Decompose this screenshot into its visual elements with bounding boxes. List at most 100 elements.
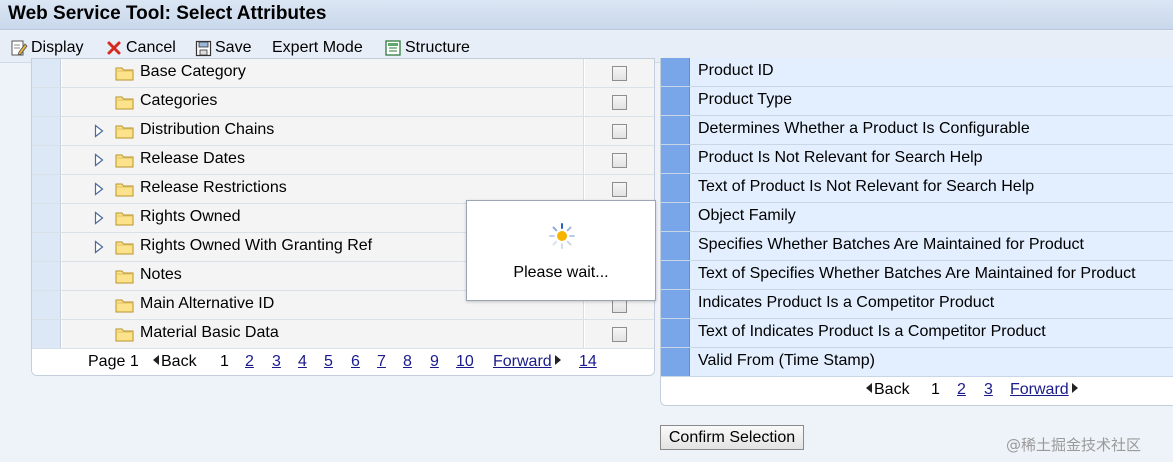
select-checkbox[interactable] (612, 66, 627, 81)
pager-page-link[interactable]: 5 (324, 353, 333, 371)
select-checkbox[interactable] (612, 124, 627, 139)
folder-icon (115, 297, 134, 313)
row-selector[interactable] (32, 117, 61, 145)
expand-arrow-icon[interactable] (94, 153, 104, 167)
pager-page-link[interactable]: 10 (456, 353, 474, 371)
selected-row-marker[interactable] (661, 232, 690, 260)
selected-pager-back-label: Back (874, 381, 910, 398)
arrow-left-icon (153, 355, 159, 365)
tree-row[interactable]: Categories (32, 88, 654, 117)
select-checkbox[interactable] (612, 327, 627, 342)
pager-back-button[interactable]: Back (153, 353, 197, 371)
selected-row-marker[interactable] (661, 87, 690, 115)
pager-page-link[interactable]: 2 (245, 353, 254, 371)
selected-row[interactable]: Text of Specifies Whether Batches Are Ma… (661, 261, 1173, 290)
confirm-selection-button[interactable]: Confirm Selection (660, 425, 804, 450)
close-icon (105, 39, 123, 57)
cancel-button[interactable]: Cancel (105, 37, 176, 59)
tree-row[interactable]: Release Dates (32, 146, 654, 175)
selected-row[interactable]: Determines Whether a Product Is Configur… (661, 116, 1173, 145)
expand-arrow-icon[interactable] (94, 240, 104, 254)
selected-row-marker[interactable] (661, 58, 690, 86)
row-selector[interactable] (32, 88, 61, 116)
pager-last-page[interactable]: 14 (579, 353, 597, 371)
selected-row[interactable]: Product Is Not Relevant for Search Help (661, 145, 1173, 174)
cancel-label: Cancel (126, 39, 176, 56)
selected-attribute-label: Product Is Not Relevant for Search Help (698, 149, 983, 166)
row-selector[interactable] (32, 291, 61, 319)
expand-arrow-icon[interactable] (94, 182, 104, 196)
selected-row-marker[interactable] (661, 261, 690, 289)
folder-icon (115, 123, 134, 139)
tree-row[interactable]: Distribution Chains (32, 117, 654, 146)
selected-row-marker[interactable] (661, 348, 690, 376)
expert-mode-button[interactable]: Expert Mode (272, 37, 363, 59)
folder-icon (115, 181, 134, 197)
folder-icon (115, 239, 134, 255)
title-bar: Web Service Tool: Select Attributes (0, 0, 1173, 30)
pager-back-label: Back (161, 353, 197, 370)
selected-row-marker[interactable] (661, 145, 690, 173)
row-selector[interactable] (32, 233, 61, 261)
selected-row[interactable]: Specifies Whether Batches Are Maintained… (661, 232, 1173, 261)
folder-icon (115, 326, 134, 342)
selected-row[interactable]: Product ID (661, 58, 1173, 87)
expand-arrow-icon[interactable] (94, 211, 104, 225)
edit-document-icon (10, 39, 28, 57)
tree-node-label: Categories (140, 92, 218, 109)
structure-label: Structure (405, 39, 470, 56)
selected-row-marker[interactable] (661, 116, 690, 144)
selected-attribute-label: Product ID (698, 62, 774, 79)
pager-page-link[interactable]: 8 (403, 353, 412, 371)
row-selector[interactable] (32, 146, 61, 174)
selected-row[interactable]: Product Type (661, 87, 1173, 116)
save-label: Save (215, 39, 252, 56)
selected-row[interactable]: Object Family (661, 203, 1173, 232)
pager-forward-button[interactable]: Forward (493, 353, 561, 371)
row-selector[interactable] (32, 59, 61, 87)
tree-node-label: Base Category (140, 63, 246, 80)
pager-page-link[interactable]: 3 (272, 353, 281, 371)
expand-arrow-icon[interactable] (94, 124, 104, 138)
selected-attribute-label: Indicates Product Is a Competitor Produc… (698, 294, 995, 311)
tree-node-label: Rights Owned (140, 208, 241, 225)
select-checkbox[interactable] (612, 95, 627, 110)
selected-row-marker[interactable] (661, 290, 690, 318)
tree-node-label: Distribution Chains (140, 121, 275, 138)
selected-row-marker[interactable] (661, 319, 690, 347)
display-button[interactable]: Display (10, 37, 83, 59)
select-checkbox[interactable] (612, 153, 627, 168)
selected-pager-forward-button[interactable]: Forward (1010, 381, 1078, 399)
selected-pager-page-link[interactable]: 2 (957, 381, 966, 399)
selected-pager-back-button[interactable]: Back (866, 381, 910, 399)
selected-row-marker[interactable] (661, 174, 690, 202)
pager-page-link[interactable]: 6 (351, 353, 360, 371)
row-selector[interactable] (32, 204, 61, 232)
row-selector[interactable] (32, 175, 61, 203)
row-selector[interactable] (32, 262, 61, 290)
selected-row[interactable]: Text of Product Is Not Relevant for Sear… (661, 174, 1173, 203)
selected-pager-page-link[interactable]: 3 (984, 381, 993, 399)
folder-icon (115, 210, 134, 226)
folder-icon (115, 152, 134, 168)
tree-row[interactable]: Base Category (32, 59, 654, 88)
tree-row[interactable]: Material Basic Data (32, 320, 654, 349)
pager-page-link[interactable]: 4 (298, 353, 307, 371)
wait-message: Please wait... (513, 264, 609, 281)
row-selector[interactable] (32, 320, 61, 348)
selected-row[interactable]: Indicates Product Is a Competitor Produc… (661, 290, 1173, 319)
selected-attribute-label: Valid From (Time Stamp) (698, 352, 875, 369)
please-wait-dialog: Please wait... (466, 200, 656, 301)
pager-page-link[interactable]: 7 (377, 353, 386, 371)
select-checkbox[interactable] (612, 182, 627, 197)
tree-node-label: Material Basic Data (140, 324, 279, 341)
save-button[interactable]: Save (194, 37, 251, 59)
pager-page-link[interactable]: 9 (430, 353, 439, 371)
tree-node-label: Notes (140, 266, 182, 283)
loading-spinner-icon (548, 222, 576, 250)
selected-row-marker[interactable] (661, 203, 690, 231)
selected-attributes-panel: Product ID Product Type Determines Whether… (660, 58, 1173, 406)
selected-row[interactable]: Valid From (Time Stamp) (661, 348, 1173, 377)
structure-button[interactable]: Structure (384, 37, 470, 59)
selected-row[interactable]: Text of Indicates Product Is a Competito… (661, 319, 1173, 348)
